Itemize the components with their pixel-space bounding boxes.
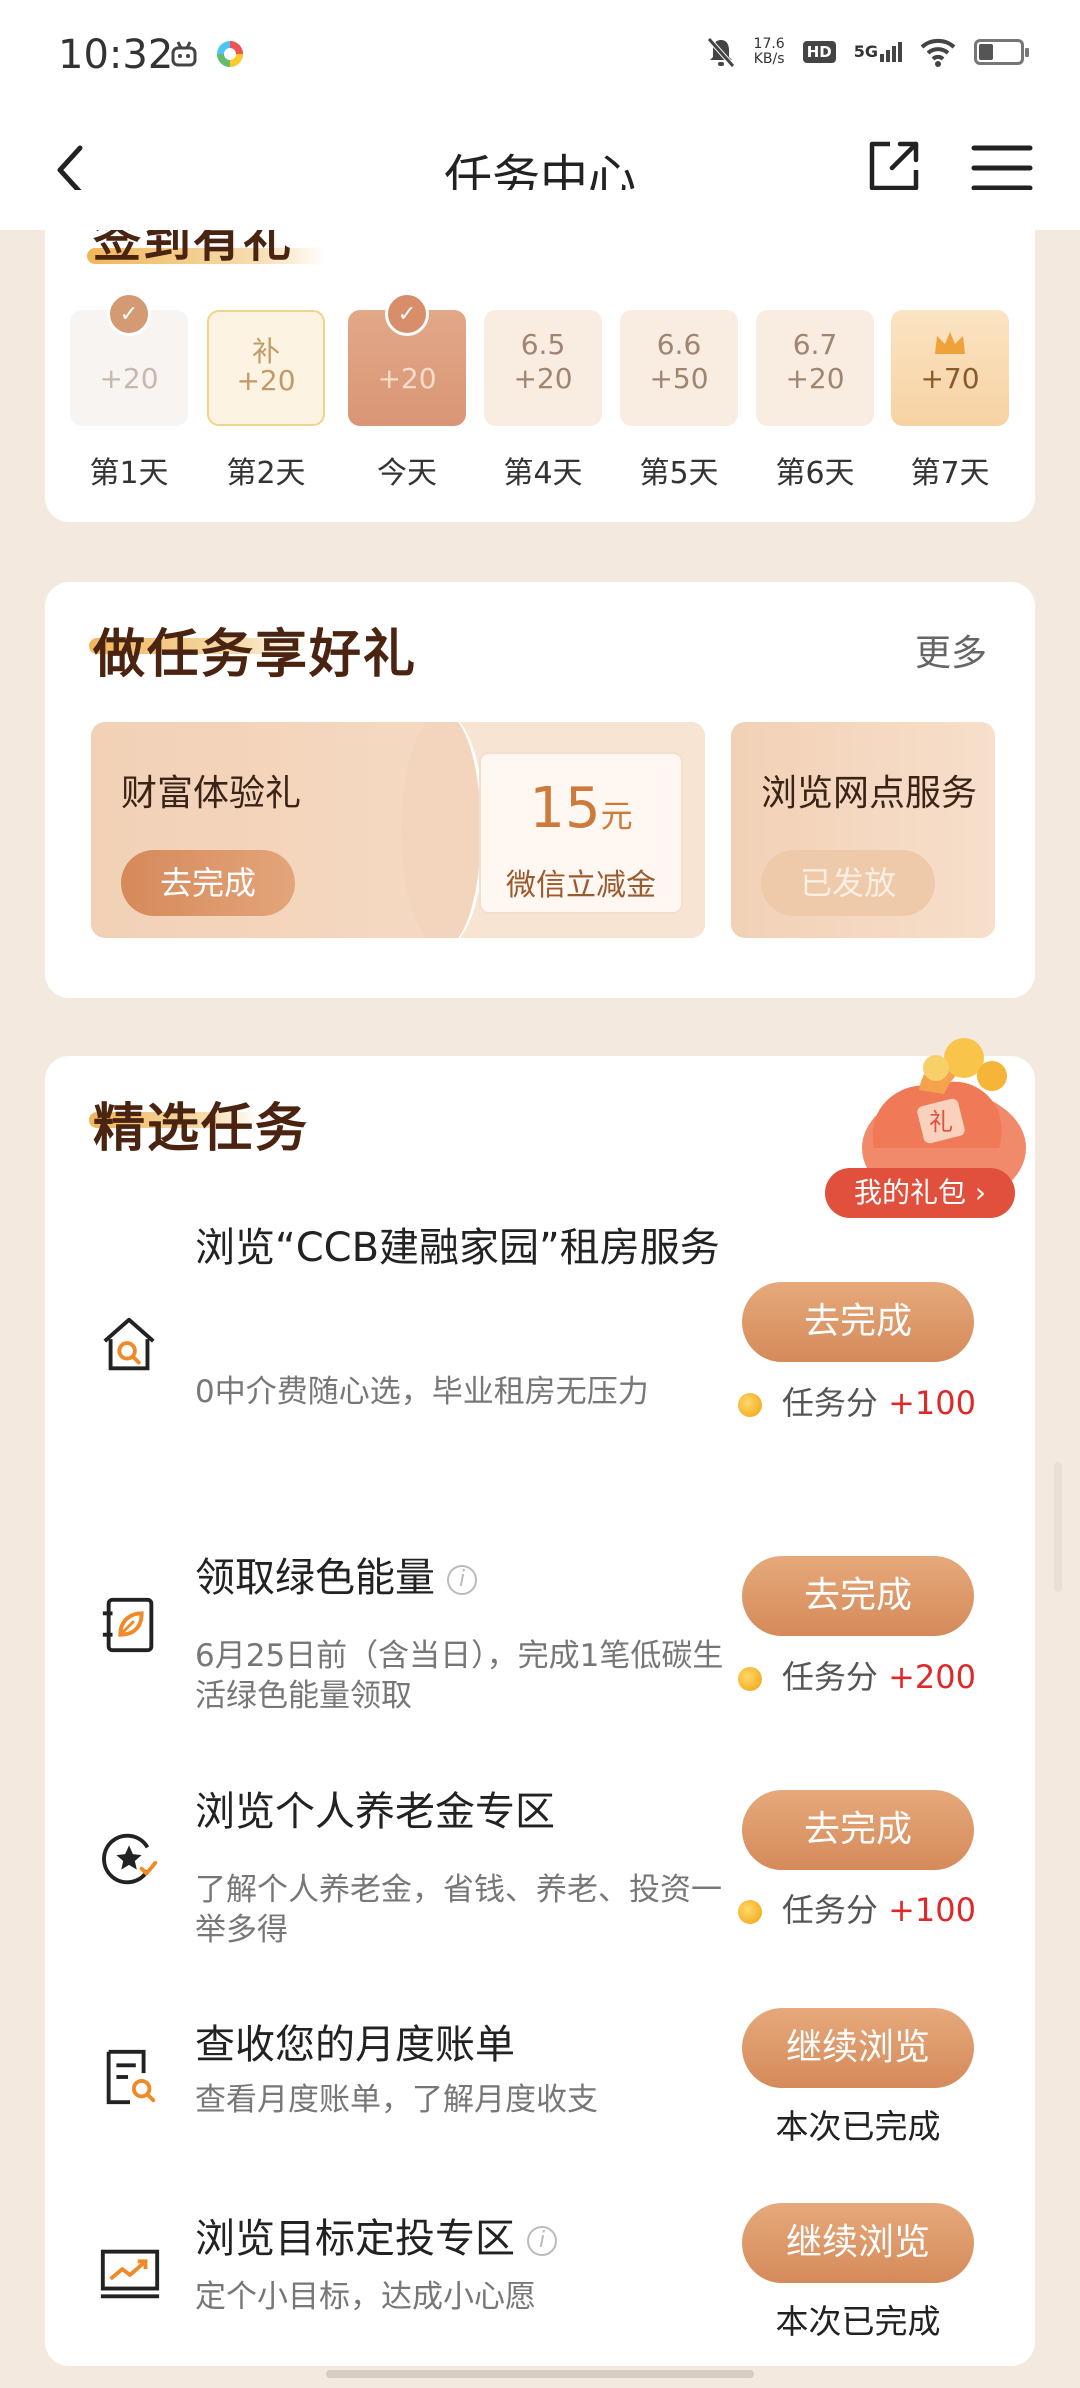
robot-app-icon: [171, 41, 197, 67]
day-label: 今天: [377, 456, 437, 491]
task-score: 任务分 +100: [708, 1885, 976, 1931]
task-score: 任务分 +100: [708, 1378, 976, 1424]
menu-icon[interactable]: [970, 142, 1034, 194]
coin-icon: [737, 1667, 762, 1691]
crown-icon: [935, 332, 965, 354]
coupon-desc: 微信立减金: [506, 868, 656, 903]
checkmark-icon: ✓: [107, 292, 151, 336]
day-label: 第4天: [503, 456, 583, 491]
status-bar: 10:32 17.6 KB/s HD 5G: [0, 0, 1080, 120]
status-time: 10:32: [58, 32, 174, 78]
task-score: 任务分 +200: [708, 1652, 976, 1698]
task-title: 浏览个人养老金专区: [195, 1789, 555, 1835]
reward-name: 财富体验礼: [121, 773, 302, 814]
info-icon[interactable]: i: [527, 2226, 557, 2256]
task-desc: 6月25日前（含当日），完成1笔低碳生活绿色能量领取: [195, 1638, 724, 1714]
task-desc: 0中介费随心选，毕业租房无压力: [195, 1374, 649, 1410]
reward-go-button[interactable]: 去完成: [121, 850, 295, 916]
sign-day-5[interactable]: 6.6 +50: [620, 310, 738, 426]
coupon: 15元 微信立减金: [401, 722, 705, 938]
task-title: 浏览目标定投专区 i: [195, 2199, 735, 2279]
day-points: +70: [920, 362, 980, 395]
svg-text:礼: 礼: [929, 1108, 953, 1136]
wifi-icon: [920, 38, 956, 67]
go-complete-button[interactable]: 去完成: [742, 1790, 974, 1870]
reward-card-wealth[interactable]: 财富体验礼 去完成 15元 微信立减金: [91, 722, 705, 938]
reward-issued-button: 已发放: [761, 850, 935, 916]
sign-day-2[interactable]: 补 +20: [207, 310, 325, 426]
continue-browsing-button[interactable]: 继续浏览: [742, 2008, 974, 2088]
task-desc: 了解个人养老金，省钱、养老、投资一举多得: [195, 1872, 722, 1948]
day-points: +20: [513, 362, 573, 395]
go-complete-button[interactable]: 去完成: [742, 1282, 974, 1362]
go-complete-button[interactable]: 去完成: [742, 1556, 974, 1636]
house-search-icon: [103, 1317, 155, 1371]
day-label: 第2天: [226, 456, 306, 491]
signal-5g-icon: 5G: [854, 42, 902, 62]
coin-icon: [737, 1393, 762, 1417]
day-label: 第7天: [910, 456, 990, 491]
task-title: 查收您的月度账单: [195, 2022, 515, 2068]
task-title: 浏览“CCB建融家园”租房服务: [195, 1225, 720, 1271]
bill-search-icon: [106, 2049, 156, 2105]
reward-name: 浏览网点服务: [761, 773, 978, 814]
star-badge-icon: [102, 1833, 158, 1885]
home-indicator[interactable]: [326, 2370, 754, 2378]
share-icon[interactable]: [862, 134, 926, 198]
leaf-energy-icon: [102, 1597, 154, 1653]
sign-day-1[interactable]: +20 ✓: [70, 292, 188, 426]
net-speed: 17.6 KB/s: [753, 36, 785, 67]
task-desc: 定个小目标，达成小心愿: [195, 2279, 536, 2315]
day-points: +20: [236, 364, 296, 397]
coupon-amount: 15元: [529, 776, 633, 841]
scrollbar[interactable]: [1054, 1462, 1062, 1592]
day-label: 第6天: [775, 456, 855, 491]
task-gifts-title: 做任务享好礼: [93, 625, 418, 685]
checkmark-icon: ✓: [385, 292, 429, 336]
info-icon[interactable]: i: [447, 1565, 477, 1595]
sign-day-7[interactable]: +70: [891, 310, 1009, 426]
sign-in-title-area: 签到有礼: [47, 230, 447, 272]
task-status: 本次已完成: [775, 2107, 941, 2146]
day-points: +50: [649, 362, 709, 395]
sign-in-title: 签到有礼: [93, 230, 294, 268]
mute-icon: [706, 37, 735, 68]
continue-browsing-button[interactable]: 继续浏览: [742, 2203, 974, 2283]
task-desc: 查看月度账单，了解月度收支: [195, 2082, 598, 2118]
reward-card-branch[interactable]: 浏览网点服务 已发放: [731, 722, 995, 938]
colorful-app-icon: [217, 41, 243, 67]
day-points: +20: [377, 362, 437, 395]
more-link[interactable]: 更多: [915, 624, 987, 676]
sign-day-6[interactable]: 6.7 +20: [756, 310, 874, 426]
sign-day-4[interactable]: 6.5 +20: [484, 310, 602, 426]
task-title: 领取绿色能量 i: [195, 1538, 735, 1618]
sign-day-3[interactable]: +20 ✓: [348, 292, 466, 426]
task-status: 本次已完成: [775, 2302, 941, 2341]
day-label: 第5天: [639, 456, 719, 491]
battery-icon: [974, 39, 1029, 65]
day-points: +20: [99, 362, 159, 395]
trend-chart-icon: [100, 2249, 160, 2299]
my-gift-bag-button[interactable]: 我的礼包 ›: [825, 1168, 1015, 1218]
day-points: +20: [785, 362, 845, 395]
hd-badge: HD: [802, 41, 836, 63]
featured-title: 精选任务: [93, 1099, 310, 1159]
day-label: 第1天: [89, 456, 169, 491]
coin-icon: [737, 1900, 762, 1924]
